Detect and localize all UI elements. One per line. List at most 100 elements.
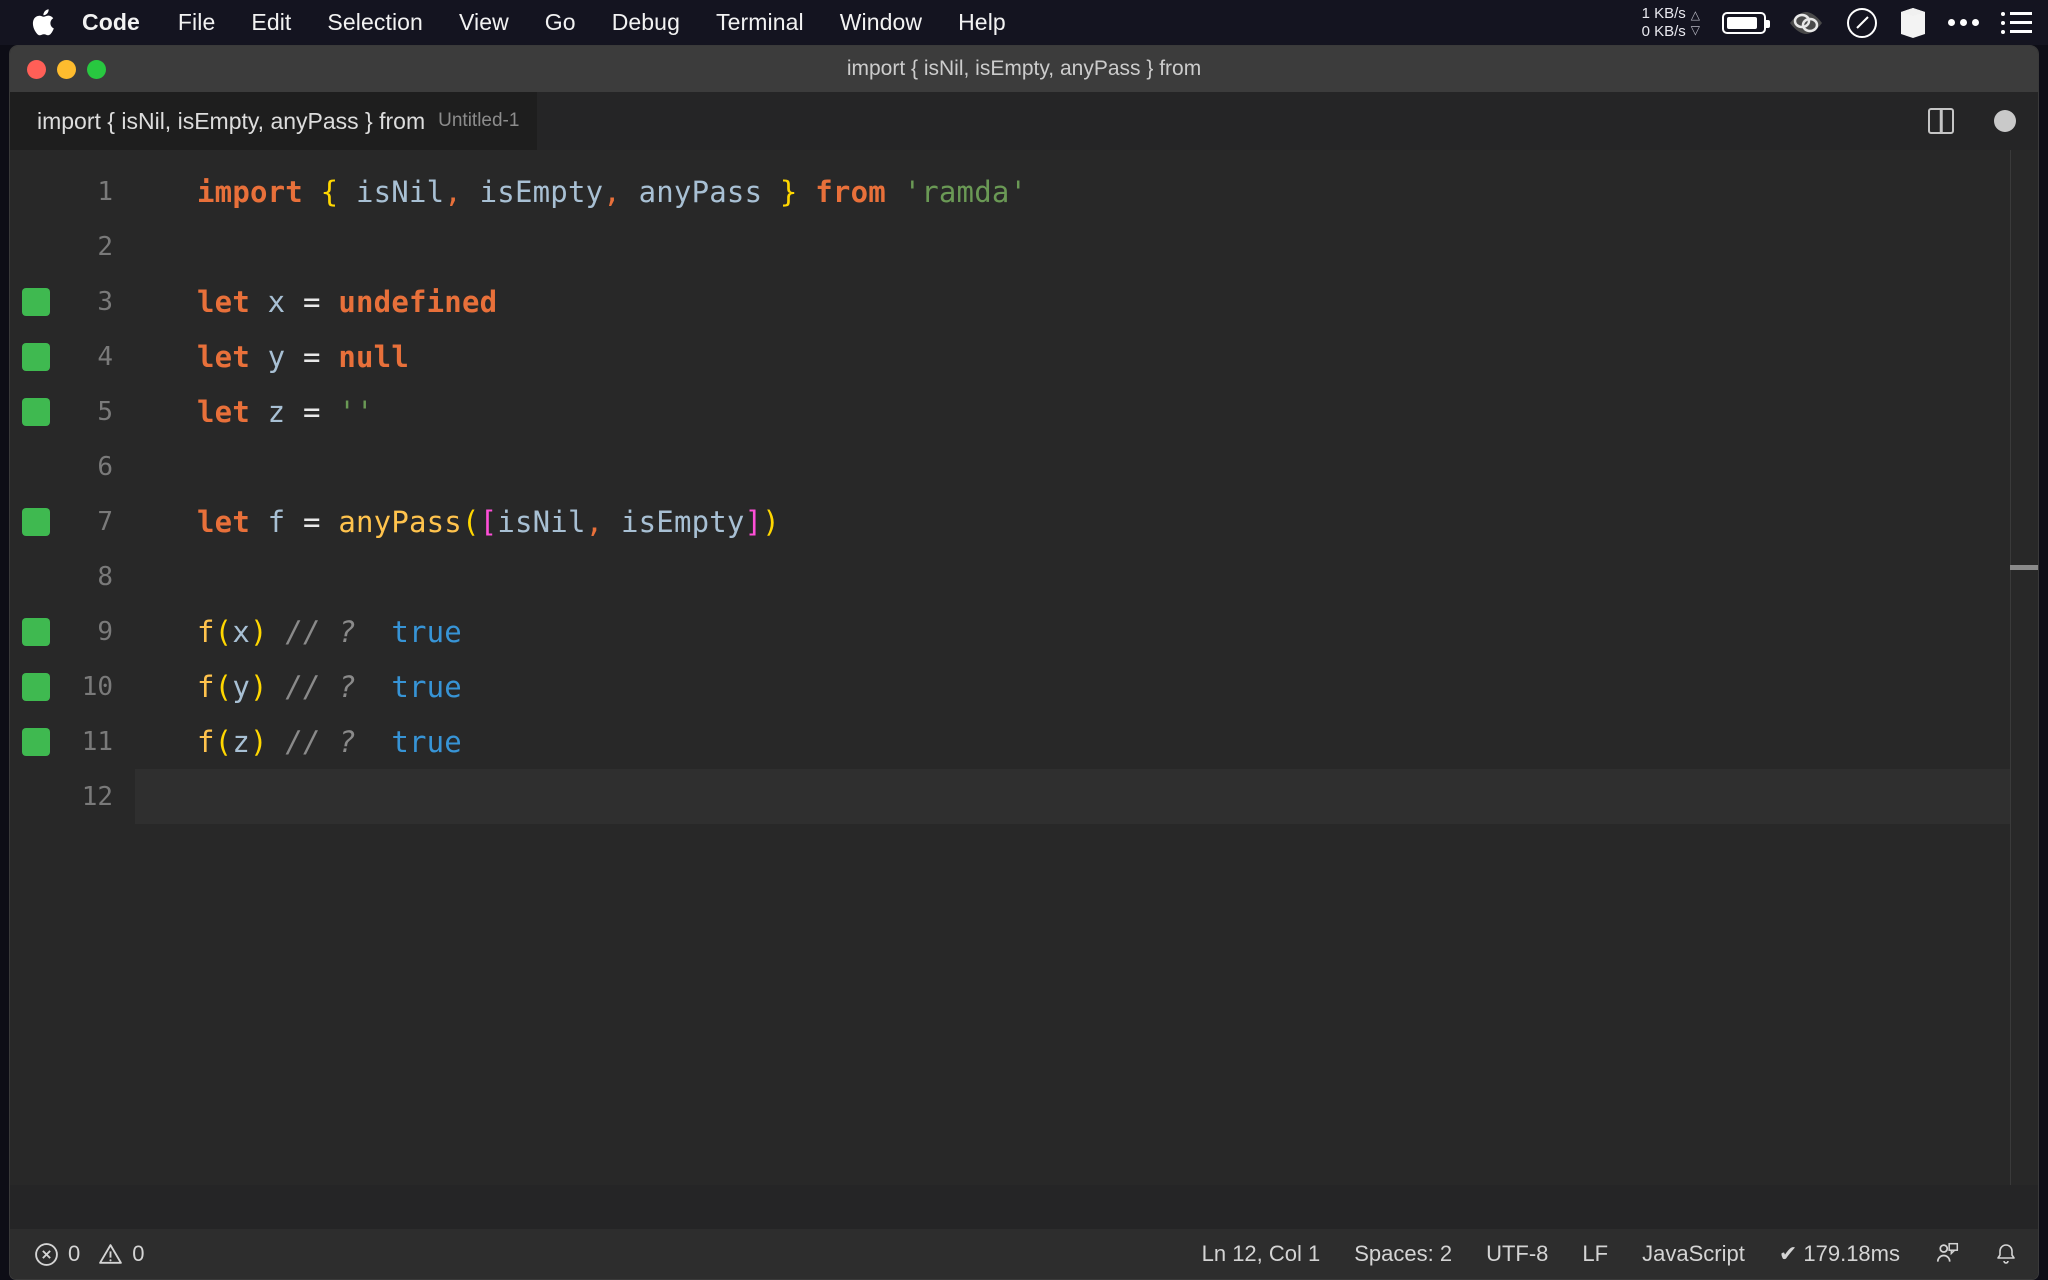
line-content[interactable]: let y = null: [135, 329, 2038, 384]
editor-line[interactable]: 5 let z = '': [10, 384, 2038, 439]
token: }: [779, 174, 798, 209]
code-editor[interactable]: 1 import { isNil, isEmpty, anyPass } from…: [10, 150, 2038, 1185]
code-tokens: let x = undefined: [197, 285, 497, 319]
line-content[interactable]: let z = '': [135, 384, 2038, 439]
token: x: [267, 284, 286, 319]
editor-line[interactable]: 6: [10, 439, 2038, 494]
code-tokens: let y = null: [197, 340, 409, 374]
menu-item-terminal[interactable]: Terminal: [716, 9, 804, 36]
editor-tab-untitled-1[interactable]: import { isNil, isEmpty, anyPass } from …: [10, 92, 538, 150]
gutter-change-marker: [22, 617, 50, 646]
window-title-bar: import { isNil, isEmpty, anyPass } from: [10, 46, 2038, 92]
editor-tab-bar: import { isNil, isEmpty, anyPass } from …: [10, 92, 2038, 150]
menu-item-code[interactable]: Code: [82, 9, 140, 36]
menu-item-debug[interactable]: Debug: [612, 9, 680, 36]
editor-line[interactable]: 7 let f = anyPass([isNil, isEmpty]): [10, 494, 2038, 549]
token: 'ramda': [903, 174, 1028, 209]
gutter-change-marker: [22, 507, 50, 536]
tab-label: import { isNil, isEmpty, anyPass } from: [37, 107, 426, 134]
menu-item-help[interactable]: Help: [958, 9, 1006, 36]
line-content[interactable]: let f = anyPass([isNil, isEmpty]): [135, 494, 2038, 549]
token: f: [197, 669, 215, 704]
token: [: [479, 504, 498, 539]
unsaved-dot-icon[interactable]: [1994, 110, 2016, 132]
list-icon[interactable]: [2001, 11, 2032, 34]
status-encoding[interactable]: UTF-8: [1486, 1241, 1548, 1267]
menu-item-file[interactable]: File: [178, 9, 215, 36]
code-tokens: f(x) // ? true: [197, 615, 462, 649]
token: let: [197, 339, 250, 374]
line-content[interactable]: [135, 219, 2038, 274]
editor-line[interactable]: 4 let y = null: [10, 329, 2038, 384]
battery-icon[interactable]: [1722, 11, 1770, 34]
line-content[interactable]: [135, 769, 2038, 824]
status-language-mode[interactable]: JavaScript: [1642, 1241, 1745, 1267]
token: =: [303, 339, 321, 374]
cube-icon[interactable]: [1900, 7, 1926, 39]
network-upload-speed: 1 KB/s: [1641, 4, 1686, 22]
token: isEmpty: [620, 504, 745, 539]
token: ): [250, 724, 268, 759]
apple-logo-icon[interactable]: [30, 8, 56, 38]
token: from: [815, 174, 886, 209]
editor-line[interactable]: 11 f(z) // ? true: [10, 714, 2038, 769]
line-number: 1: [97, 176, 113, 207]
line-content[interactable]: let x = undefined: [135, 274, 2038, 329]
editor-scrollbar[interactable]: [2010, 150, 2038, 1185]
token: undefined: [338, 284, 498, 319]
editor-line[interactable]: 12: [10, 769, 2038, 824]
token: ]: [744, 504, 763, 539]
line-content[interactable]: f(y) // ? true: [135, 659, 2038, 714]
menu-item-window[interactable]: Window: [840, 9, 922, 36]
line-content[interactable]: f(x) // ? true: [135, 604, 2038, 659]
token: isNil: [497, 504, 586, 539]
line-content[interactable]: import { isNil, isEmpty, anyPass } from …: [135, 164, 2038, 219]
editor-line[interactable]: 1 import { isNil, isEmpty, anyPass } from…: [10, 164, 2038, 219]
line-content[interactable]: [135, 439, 2038, 494]
editor-line[interactable]: 9 f(x) // ? true: [10, 604, 2038, 659]
editor-line[interactable]: 3 let x = undefined: [10, 274, 2038, 329]
line-content[interactable]: [135, 549, 2038, 604]
feedback-icon[interactable]: [1934, 1241, 1960, 1267]
token: isNil: [355, 174, 445, 209]
bell-icon[interactable]: [1994, 1241, 2018, 1267]
editor-actions: [1928, 92, 2016, 150]
token: true: [391, 614, 462, 649]
window-title: import { isNil, isEmpty, anyPass } from: [846, 57, 1202, 80]
token: import: [197, 174, 303, 209]
token: y: [232, 669, 251, 704]
menu-item-view[interactable]: View: [459, 9, 509, 36]
network-speed-indicator[interactable]: 1 KB/s 0 KB/s △ ▽: [1642, 5, 1700, 40]
token: x: [232, 614, 251, 649]
split-editor-icon[interactable]: [1928, 108, 1954, 134]
line-number: 8: [97, 561, 113, 592]
status-indentation[interactable]: Spaces: 2: [1354, 1241, 1452, 1267]
line-content[interactable]: f(z) // ? true: [135, 714, 2038, 769]
network-download-speed: 0 KB/s: [1641, 22, 1686, 40]
gauge-icon[interactable]: [1846, 7, 1878, 39]
token: =: [303, 394, 321, 429]
editor-line[interactable]: 2: [10, 219, 2038, 274]
menu-item-edit[interactable]: Edit: [251, 9, 291, 36]
status-eol[interactable]: LF: [1582, 1241, 1608, 1267]
eye-icon[interactable]: [1788, 9, 1824, 37]
menu-item-go[interactable]: Go: [545, 9, 576, 36]
editor-line[interactable]: 10 f(y) // ? true: [10, 659, 2038, 714]
tab-sublabel: Untitled-1: [438, 110, 520, 131]
ellipsis-icon[interactable]: [1948, 19, 1979, 26]
menu-item-selection[interactable]: Selection: [327, 9, 423, 36]
status-runtime[interactable]: ✔ 179.18ms: [1779, 1241, 1900, 1267]
token: f: [197, 724, 215, 759]
status-cursor-position[interactable]: Ln 12, Col 1: [1202, 1241, 1321, 1267]
status-problems[interactable]: 0 0: [34, 1241, 145, 1267]
editor-line[interactable]: 8: [10, 549, 2038, 604]
